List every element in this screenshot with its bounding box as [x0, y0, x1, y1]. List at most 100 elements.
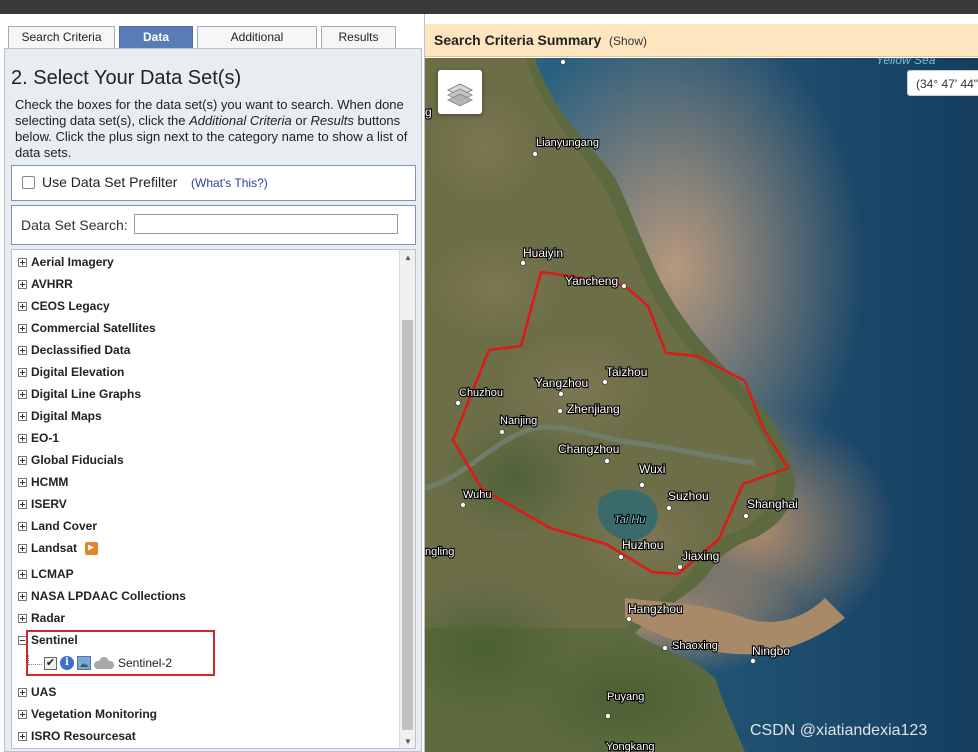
tree-node-label: Digital Line Graphs: [31, 387, 142, 401]
tree-node-land-cover[interactable]: Land Cover: [18, 517, 97, 535]
tab-data-sets[interactable]: Data Sets: [119, 26, 193, 65]
instructions-emphasis: Results: [310, 113, 354, 128]
tree-scrollbar[interactable]: ▲ ▼: [399, 250, 415, 748]
tree-node-label: Land Cover: [31, 519, 98, 533]
tree-node-uas[interactable]: UAS: [18, 683, 56, 701]
dataset-tree-list: Aerial Imagery AVHRR CEOS Legacy Commerc…: [12, 250, 400, 748]
expand-plus-icon[interactable]: [18, 477, 27, 487]
prefilter-label: Use Data Set Prefilter: [42, 174, 178, 190]
expand-plus-icon[interactable]: [18, 323, 27, 333]
expand-plus-icon[interactable]: [18, 613, 27, 623]
map-panel: Search Criteria Summary (Show) Yellow Se…: [424, 14, 978, 752]
tree-node-label: ISERV: [31, 497, 67, 511]
expand-plus-icon[interactable]: [18, 301, 27, 311]
tree-node-ceos-legacy[interactable]: CEOS Legacy: [18, 297, 110, 315]
expand-plus-icon[interactable]: [18, 543, 27, 553]
tab-search-criteria[interactable]: Search Criteria: [8, 26, 115, 49]
map-label-lianyungang: Lianyungang: [536, 137, 599, 149]
expand-plus-icon[interactable]: [18, 591, 27, 601]
map-label-suzhou: Suzhou: [668, 489, 709, 503]
instructions-emphasis: Additional Criteria: [189, 113, 292, 128]
tree-node-label: Declassified Data: [31, 343, 131, 357]
search-criteria-summary-bar: Search Criteria Summary (Show): [425, 24, 978, 57]
tree-node-label: EO-1: [31, 431, 60, 445]
expand-plus-icon[interactable]: [18, 569, 27, 579]
summary-show-link[interactable]: (Show): [609, 34, 647, 48]
expand-plus-icon[interactable]: [18, 521, 27, 531]
map-label-nanjing: Nanjing: [500, 415, 537, 427]
tree-node-commercial-satellites[interactable]: Commercial Satellites: [18, 319, 156, 337]
tree-node-eo-1[interactable]: EO-1: [18, 429, 59, 447]
landsat-feed-icon[interactable]: [85, 541, 99, 555]
tab-results[interactable]: Results: [321, 26, 396, 49]
expand-plus-icon[interactable]: [18, 257, 27, 267]
tree-node-hcmm[interactable]: HCMM: [18, 473, 68, 491]
dataset-search-label: Data Set Search:: [21, 217, 128, 233]
watermark-text: CSDN @xiatiandexia123: [750, 722, 928, 739]
tree-node-digital-line-graphs[interactable]: Digital Line Graphs: [18, 385, 141, 403]
map-label-yangzhou: Yangzhou: [535, 376, 588, 390]
map-label-hangzhou: Hangzhou: [628, 602, 683, 616]
expand-plus-icon[interactable]: [18, 411, 27, 421]
map-label-yancheng: Yancheng: [565, 274, 618, 288]
tree-node-label: Digital Elevation: [31, 365, 125, 379]
tree-node-label: Vegetation Monitoring: [31, 707, 157, 721]
expand-plus-icon[interactable]: [18, 687, 27, 697]
tree-node-lcmap[interactable]: LCMAP: [18, 565, 74, 583]
tree-node-aerial-imagery[interactable]: Aerial Imagery: [18, 253, 114, 271]
tree-node-digital-maps[interactable]: Digital Maps: [18, 407, 102, 425]
map-canvas[interactable]: Yellow Sea g Lianyungang Huaiyin Yanchen…: [425, 14, 978, 752]
top-window-bar: [0, 0, 978, 14]
tree-node-label: CEOS Legacy: [31, 299, 110, 313]
layers-button[interactable]: [438, 70, 482, 114]
summary-title: Search Criteria Summary: [434, 32, 602, 48]
expand-plus-icon[interactable]: [18, 367, 27, 377]
tree-node-digital-elevation[interactable]: Digital Elevation: [18, 363, 124, 381]
tree-node-vegetation-monitoring[interactable]: Vegetation Monitoring: [18, 705, 157, 723]
tree-node-landsat[interactable]: Landsat: [18, 539, 99, 557]
tree-node-isro-resourcesat[interactable]: ISRO Resourcesat: [18, 727, 136, 745]
prefilter-checkbox[interactable]: [22, 176, 35, 189]
map-label-changzhou: Changzhou: [558, 442, 619, 456]
tab-additional-criteria[interactable]: Additional Criteria: [197, 26, 317, 65]
expand-plus-icon[interactable]: [18, 389, 27, 399]
tree-node-global-fiducials[interactable]: Global Fiducials: [18, 451, 124, 469]
expand-plus-icon[interactable]: [18, 709, 27, 719]
map-label-wuxi: Wuxi: [639, 462, 665, 476]
map-label-wuhu: Wuhu: [463, 489, 492, 501]
tree-node-label: Aerial Imagery: [31, 255, 114, 269]
whats-this-link[interactable]: (What's This?): [191, 176, 268, 190]
tree-node-avhrr[interactable]: AVHRR: [18, 275, 73, 293]
scroll-up-arrow-icon[interactable]: ▲: [400, 250, 415, 266]
tree-node-label: ISRO Resourcesat: [31, 729, 136, 743]
tree-node-iserv[interactable]: ISERV: [18, 495, 67, 513]
map-label-taihu: Tai Hu: [614, 514, 645, 526]
tree-node-label: NASA LPDAAC Collections: [31, 589, 186, 603]
scroll-thumb[interactable]: [402, 320, 413, 730]
map-label-chuzhou: Chuzhou: [459, 387, 503, 399]
map-label-huaiyin: Huaiyin: [523, 246, 563, 260]
map-label-yongkang: Yongkang: [606, 741, 655, 752]
expand-plus-icon[interactable]: [18, 499, 27, 509]
tree-node-label: Global Fiducials: [31, 453, 124, 467]
layers-icon: [446, 83, 474, 107]
expand-plus-icon[interactable]: [18, 345, 27, 355]
scroll-down-arrow-icon[interactable]: ▼: [400, 734, 415, 748]
expand-plus-icon[interactable]: [18, 433, 27, 443]
tree-node-declassified-data[interactable]: Declassified Data: [18, 341, 130, 359]
tab-bar: Search Criteria Data Sets Additional Cri…: [8, 26, 400, 65]
tree-node-radar[interactable]: Radar: [18, 609, 65, 627]
map-label-zhenjiang: Zhenjiang: [567, 402, 620, 416]
expand-plus-icon[interactable]: [18, 455, 27, 465]
tree-node-label: Radar: [31, 611, 66, 625]
left-panel: Search Criteria Data Sets Additional Cri…: [0, 14, 424, 752]
expand-plus-icon[interactable]: [18, 731, 27, 741]
tree-node-nasa-lpdaac[interactable]: NASA LPDAAC Collections: [18, 587, 186, 605]
map-label-yellow-sea: Yellow Sea: [876, 58, 936, 67]
expand-plus-icon[interactable]: [18, 279, 27, 289]
dataset-search-input[interactable]: [134, 214, 398, 234]
tree-node-label: Digital Maps: [31, 409, 102, 423]
data-sets-panel: 2. Select Your Data Set(s) Check the box…: [4, 48, 422, 752]
satellite-map[interactable]: Yellow Sea g Lianyungang Huaiyin Yanchen…: [425, 14, 978, 752]
tree-node-label: LCMAP: [31, 567, 74, 581]
